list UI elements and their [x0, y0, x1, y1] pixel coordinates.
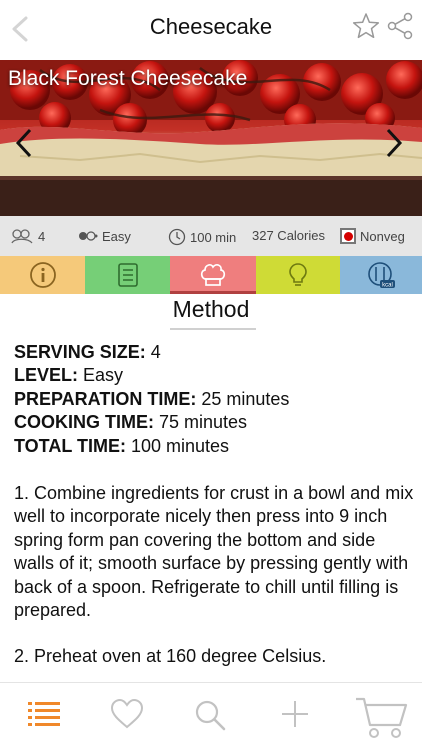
detail-level: LEVEL: Easy: [14, 365, 124, 386]
method-steps: 1. Combine ingredients for crust in a bo…: [14, 482, 414, 669]
chevron-left-icon: [15, 128, 32, 158]
star-icon: [352, 13, 380, 39]
kcal-icon: kcal: [368, 262, 395, 289]
method-step: 2. Preheat oven at 160 degree Celsius.: [14, 646, 327, 667]
calories-info: 327 Calories: [252, 228, 325, 243]
time-value: 100 min: [190, 229, 237, 245]
svg-text:kcal: kcal: [382, 283, 393, 289]
navigation-bar: Cheesecake: [0, 0, 422, 60]
tab-bar-favorites-button[interactable]: [110, 698, 144, 734]
method-content[interactable]: SERVING SIZE: 4 LEVEL: Easy PREPARATION …: [14, 341, 414, 679]
heart-icon: [110, 698, 144, 729]
tab-bar-add-button[interactable]: [280, 699, 310, 734]
servings-icon: [11, 229, 33, 244]
recipe-name: Black Forest Cheesecake: [8, 67, 248, 90]
servings-value: 4: [38, 228, 46, 244]
info-icon: [29, 262, 56, 288]
page-title: Cheesecake: [149, 14, 273, 39]
plus-icon: [282, 701, 308, 727]
active-tab-indicator: [170, 291, 256, 294]
detail-serving-size: SERVING SIZE: 4: [14, 342, 161, 362]
list-icon: [28, 702, 60, 726]
level-value: Easy: [102, 228, 131, 244]
tab-bar-recipes-button[interactable]: [28, 699, 60, 732]
detail-preparation-time: PREPARATION TIME: 25 minutes: [14, 388, 290, 409]
section-heading: Method: [172, 296, 250, 322]
chef-hat-icon: [200, 264, 226, 286]
share-button[interactable]: [386, 12, 414, 40]
recipe-photo: Black Forest Cheesecake: [0, 60, 422, 216]
back-button[interactable]: [8, 10, 36, 48]
tab-info[interactable]: [0, 256, 85, 294]
detail-total-time: TOTAL TIME: 100 minutes: [14, 435, 230, 456]
tab-bar-cart-button[interactable]: [354, 693, 408, 744]
method-step: 1. Combine ingredients for crust in a bo…: [14, 483, 414, 621]
tab-ingredients[interactable]: [85, 256, 170, 294]
servings-info: 4: [10, 228, 45, 244]
detail-cooking-time: COOKING TIME: 75 minutes: [14, 412, 248, 433]
calories-value: 327 Calories: [252, 228, 325, 243]
diet-value: Nonveg: [360, 228, 405, 244]
list-icon: [117, 263, 138, 287]
chevron-left-icon: [12, 16, 28, 42]
diet-info: Nonveg: [340, 228, 405, 244]
search-icon: [195, 700, 226, 731]
time-info: 100 min: [168, 228, 236, 246]
nonveg-indicator-icon: [340, 228, 356, 244]
tab-nutrition[interactable]: kcal: [340, 256, 422, 294]
recipe-info-bar: 4 Easy 100 min 327 Calories Nonveg: [0, 216, 422, 256]
lightbulb-icon: [289, 263, 307, 286]
bottom-tab-bar: [0, 682, 422, 750]
level-info: Easy: [78, 228, 131, 244]
chevron-right-icon: [386, 128, 403, 158]
favorite-star-button[interactable]: [352, 12, 380, 40]
share-icon: [387, 12, 413, 40]
section-heading-underline: [170, 328, 256, 330]
recipe-section-tabs: kcal: [0, 256, 422, 294]
tab-tips[interactable]: [256, 256, 340, 294]
level-icon: [79, 231, 98, 241]
tab-bar-search-button[interactable]: [194, 699, 226, 736]
cart-icon: [356, 697, 408, 738]
clock-icon: [168, 228, 186, 246]
tab-method[interactable]: [170, 256, 256, 294]
